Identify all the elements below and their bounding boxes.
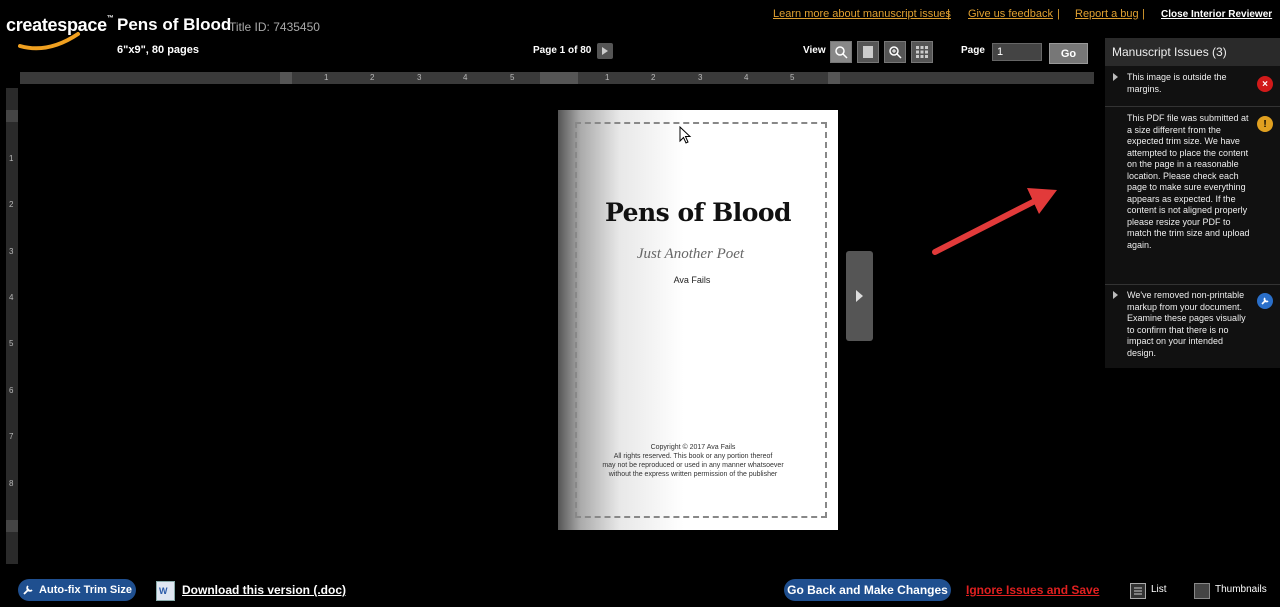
issue-text: We've removed non-printable markup from … [1127,290,1246,358]
copyright-line: may not be reproduced or used in any man… [602,462,784,469]
error-icon: × [1257,76,1273,92]
link-separator: | [1057,8,1060,20]
view-zoom-fit-button[interactable] [830,41,852,63]
list-view-icon[interactable] [1130,583,1146,599]
close-reviewer-link[interactable]: Close Interior Reviewer [1161,9,1272,20]
wrench-icon [23,585,33,595]
next-page-button[interactable] [597,43,613,59]
page-indicator: Page 1 of 80 [533,45,592,56]
feedback-link[interactable]: Give us feedback [968,8,1053,20]
page-heading: Pens of Blood [604,198,792,227]
download-doc-link[interactable]: Download this version (.doc) [182,583,346,597]
logo-tm: ™ [106,15,114,22]
annotation-arrow-icon [932,188,1057,255]
mouse-cursor-icon [679,126,692,144]
ruler-number: 8 [9,479,14,488]
next-page-tab[interactable] [846,251,873,341]
ruler-number: 4 [463,73,468,82]
learn-more-link[interactable]: Learn more about manuscript issues [773,8,951,20]
zoom-in-icon [889,46,902,59]
ruler-number: 3 [9,247,14,256]
ignore-issues-save-link[interactable]: Ignore Issues and Save [966,583,1099,597]
copyright-line: Copyright © 2017 Ava Fails [650,444,736,451]
page-preview: Pens of Blood Just Another Poet Ava Fail… [558,110,838,530]
auto-fix-trim-button[interactable]: Auto-fix Trim Size [18,579,136,601]
logo-swoosh-icon [18,32,80,51]
issues-panel-title: Manuscript Issues (3) [1112,45,1227,59]
chevron-right-icon [602,47,608,55]
page-number-input[interactable] [992,43,1042,61]
ruler-number: 5 [790,73,795,82]
chevron-right-icon [856,290,863,302]
single-page-icon [863,46,873,58]
ruler-number: 7 [9,432,14,441]
copyright-line: without the express written permission o… [608,471,778,478]
wrench-icon [1257,293,1273,309]
link-separator: | [947,8,950,20]
view-label: View [803,45,826,56]
expand-arrow-icon[interactable] [1113,291,1118,299]
book-title: Pens of Blood [117,15,232,34]
horizontal-ruler: 1 2 3 4 5 1 2 3 4 5 [20,72,1094,84]
ruler-number: 5 [510,73,515,82]
view-zoom-in-button[interactable] [884,41,906,63]
issue-text: This PDF file was submitted at a size di… [1127,113,1250,250]
issue-item[interactable]: This PDF file was submitted at a size di… [1105,108,1280,285]
report-bug-link[interactable]: Report a bug [1075,8,1139,20]
issues-panel-header: Manuscript Issues (3) [1105,38,1280,66]
thumbnails-view-label[interactable]: Thumbnails [1215,584,1267,595]
list-view-label[interactable]: List [1151,584,1167,595]
vertical-ruler: 1 2 3 4 5 6 7 8 [6,88,18,564]
trim-info: 6"x9", 80 pages [117,44,199,56]
title-id: Title ID: 7435450 [229,20,320,34]
go-button[interactable]: Go [1049,43,1088,64]
ruler-number: 4 [9,293,14,302]
svg-text:W: W [159,586,168,596]
warning-icon: ! [1257,116,1273,132]
page-subtitle: Just Another Poet [636,246,745,262]
ruler-number: 1 [605,73,610,82]
page-author: Ava Fails [673,275,711,285]
link-separator: | [1142,8,1145,20]
issue-item[interactable]: We've removed non-printable markup from … [1105,286,1280,364]
go-back-make-changes-button[interactable]: Go Back and Make Changes [784,579,951,601]
ruler-number: 2 [370,73,375,82]
thumbnails-view-icon[interactable] [1194,583,1210,599]
ruler-number: 5 [9,339,14,348]
view-single-page-button[interactable] [857,41,879,63]
zoom-out-icon [835,46,848,59]
ruler-number: 3 [417,73,422,82]
ruler-number: 2 [651,73,656,82]
word-document-icon: W [156,581,175,601]
expand-arrow-icon[interactable] [1113,73,1118,81]
ruler-number: 2 [9,200,14,209]
manuscript-issues-panel: Manuscript Issues (3) This image is outs… [1105,38,1280,368]
ruler-number: 1 [9,154,14,163]
issue-item[interactable]: This image is outside the margins. × [1105,68,1280,107]
ruler-number: 1 [324,73,329,82]
issue-text: This image is outside the margins. [1127,72,1227,94]
auto-fix-label: Auto-fix Trim Size [39,584,132,596]
page-copyright: Copyright © 2017 Ava Fails All rights re… [578,443,808,479]
ruler-number: 3 [698,73,703,82]
page-number-label: Page [961,45,985,56]
createspace-logo: createspace™ [6,4,114,51]
ruler-number: 4 [744,73,749,82]
view-grid-button[interactable] [911,41,933,63]
copyright-line: All rights reserved. This book or any po… [613,453,773,460]
grid-icon [916,46,928,58]
ruler-number: 6 [9,386,14,395]
